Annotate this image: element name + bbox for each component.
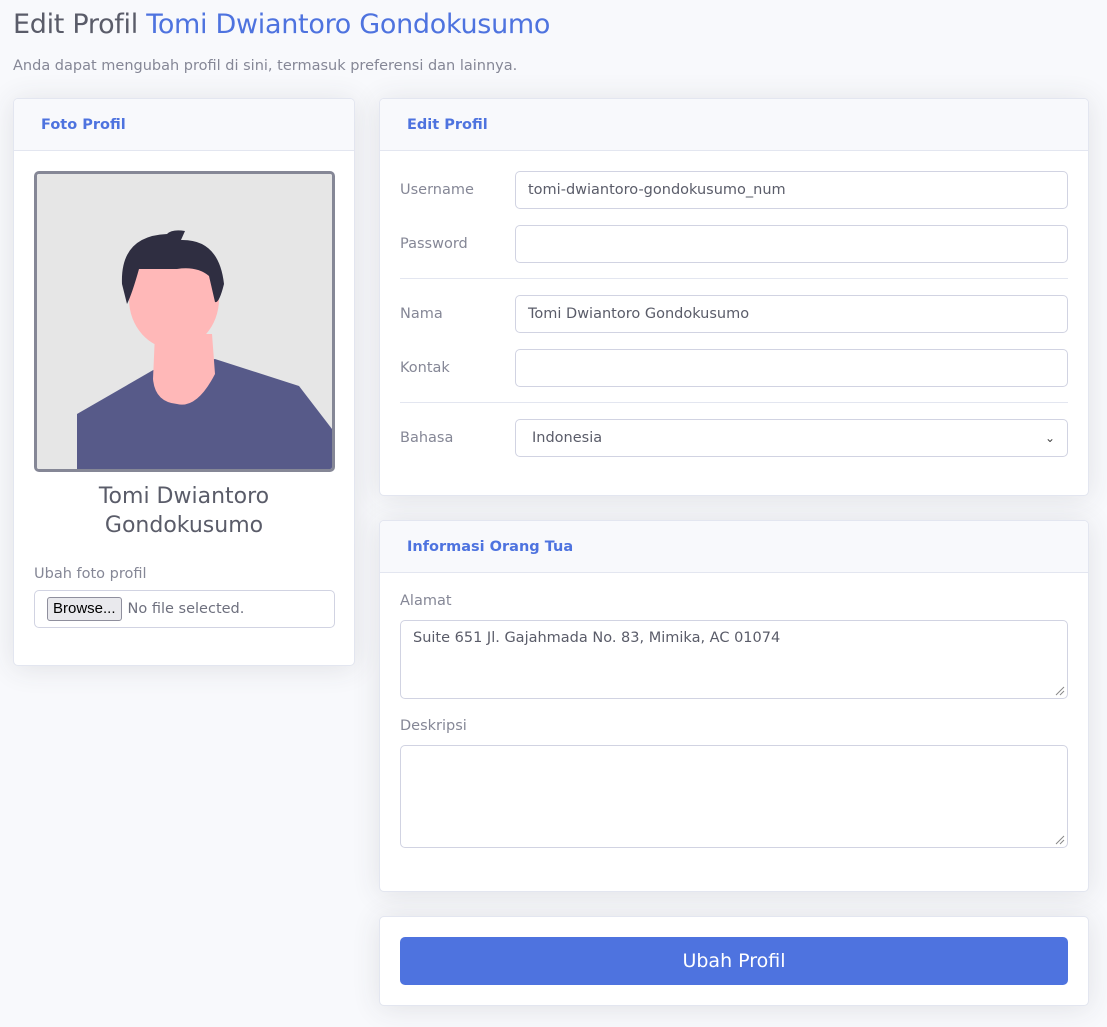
- username-input[interactable]: tomi-dwiantoro-gondokusumo_num: [515, 171, 1068, 209]
- file-upload-input[interactable]: Browse... No file selected.: [34, 590, 335, 628]
- alamat-value: Suite 651 Jl. Gajahmada No. 83, Mimika, …: [413, 630, 781, 646]
- avatar: [34, 171, 335, 472]
- password-label: Password: [400, 236, 468, 252]
- username-label: Username: [400, 182, 474, 198]
- upload-label: Ubah foto profil: [34, 566, 147, 582]
- profile-name: Tomi Dwiantoro Gondokusumo: [34, 482, 334, 540]
- nama-row: Nama Tomi Dwiantoro Gondokusumo: [400, 295, 1068, 333]
- profile-name-line-1: Tomi Dwiantoro: [98, 484, 270, 509]
- edit-profile-card: Edit Profil Username tomi-dwiantoro-gond…: [379, 98, 1089, 496]
- divider: [400, 278, 1068, 279]
- divider: [400, 402, 1068, 403]
- bahasa-select[interactable]: Indonesia ⌄: [515, 419, 1068, 457]
- kontak-label: Kontak: [400, 360, 450, 376]
- bahasa-label: Bahasa: [400, 430, 454, 446]
- bahasa-selected-value: Indonesia: [532, 430, 603, 446]
- card-title: Informasi Orang Tua: [380, 521, 1088, 573]
- kontak-input[interactable]: [515, 349, 1068, 387]
- profile-name-line-2: Gondokusumo: [104, 513, 264, 538]
- bahasa-row: Bahasa Indonesia ⌄: [400, 419, 1068, 457]
- avatar-illustration: [37, 174, 332, 469]
- resize-grip-icon[interactable]: [1053, 684, 1065, 696]
- username-row: Username tomi-dwiantoro-gondokusumo_num: [400, 171, 1068, 209]
- chevron-down-icon: ⌄: [1044, 431, 1055, 445]
- submit-card: Ubah Profil: [379, 916, 1089, 1006]
- page-subtitle: Anda dapat mengubah profil di sini, term…: [13, 58, 518, 74]
- password-input[interactable]: [515, 225, 1068, 263]
- deskripsi-textarea[interactable]: [400, 745, 1068, 848]
- nama-input[interactable]: Tomi Dwiantoro Gondokusumo: [515, 295, 1068, 333]
- profile-photo-card: Foto Profil Tomi Dwiantoro Gondokusumo U…: [13, 98, 355, 666]
- browse-button[interactable]: Browse...: [47, 597, 122, 621]
- page-title-prefix: Edit Profil: [13, 9, 138, 40]
- page-header: Edit Profil Tomi Dwiantoro Gondokusumo A…: [13, 8, 550, 74]
- page-title-name: Tomi Dwiantoro Gondokusumo: [146, 9, 551, 40]
- nama-label: Nama: [400, 306, 443, 322]
- resize-grip-icon[interactable]: [1053, 833, 1065, 845]
- submit-button[interactable]: Ubah Profil: [400, 937, 1068, 985]
- alamat-textarea[interactable]: Suite 651 Jl. Gajahmada No. 83, Mimika, …: [400, 620, 1068, 699]
- parent-info-card: Informasi Orang Tua Alamat Suite 651 Jl.…: [379, 520, 1089, 892]
- kontak-row: Kontak: [400, 349, 1068, 387]
- page-title: Edit Profil Tomi Dwiantoro Gondokusumo: [13, 8, 550, 42]
- file-status: No file selected.: [127, 601, 245, 617]
- alamat-label: Alamat: [400, 593, 452, 609]
- deskripsi-label: Deskripsi: [400, 718, 467, 734]
- password-row: Password: [400, 225, 1068, 263]
- card-title: Edit Profil: [380, 99, 1088, 151]
- card-title: Foto Profil: [14, 99, 354, 151]
